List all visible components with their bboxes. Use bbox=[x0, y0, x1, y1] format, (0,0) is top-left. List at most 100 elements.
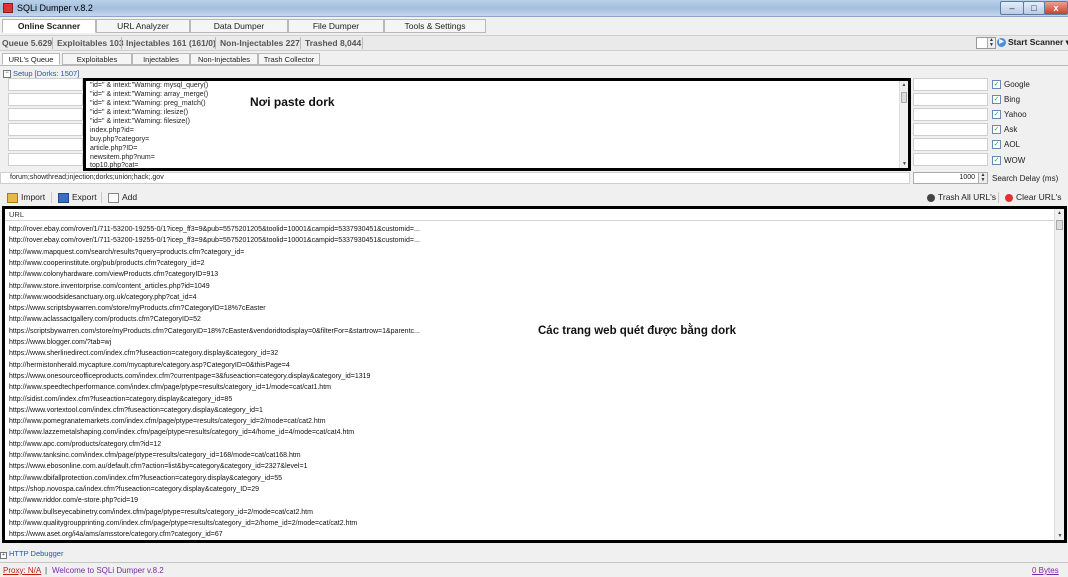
url-row[interactable]: http://sidist.com/index.cfm?fuseaction=c… bbox=[9, 395, 232, 404]
dork-scrollbar[interactable]: ▲ ▼ bbox=[899, 81, 908, 168]
scroll-thumb[interactable] bbox=[1056, 220, 1063, 230]
url-row[interactable]: https://www.vortextool.com/index.cfm?fus… bbox=[9, 406, 263, 415]
url-row[interactable]: https://scriptsbywarren.com/store/myProd… bbox=[9, 327, 420, 336]
url-row[interactable]: http://rover.ebay.com/rover/1/711-53200-… bbox=[9, 236, 420, 245]
add-button[interactable]: Add bbox=[108, 192, 137, 203]
import-label: Import bbox=[21, 192, 46, 202]
url-row[interactable]: http://www.store.inventorprise.com/conte… bbox=[9, 282, 210, 291]
search-delay-input[interactable]: 1000 bbox=[913, 172, 988, 184]
threads-spinner[interactable]: ▲ ▼ bbox=[987, 38, 995, 48]
collapse-icon: − bbox=[3, 70, 11, 79]
search-delay-spinner[interactable]: ▲ ▼ bbox=[978, 173, 987, 183]
url-row[interactable]: http://hermistonherald.mycapture.com/myc… bbox=[9, 361, 290, 370]
url-row[interactable]: http://www.aclassactgallery.com/products… bbox=[9, 315, 201, 324]
url-row[interactable]: https://shop.novospa.ca/index.cfm?fuseac… bbox=[9, 485, 259, 494]
subtab-urls-queue[interactable]: URL's Queue bbox=[2, 53, 60, 65]
url-row[interactable]: https://www.blogger.com/?tab=wj bbox=[9, 338, 111, 347]
maximize-button[interactable]: □ bbox=[1023, 1, 1045, 15]
side-input[interactable] bbox=[913, 78, 988, 91]
import-button[interactable]: Import bbox=[7, 192, 45, 203]
engine-ask[interactable]: ✓ Ask bbox=[992, 125, 1017, 135]
side-input[interactable] bbox=[913, 138, 988, 151]
url-row[interactable]: https://www.scriptsbywarren.com/store/my… bbox=[9, 304, 266, 313]
engine-google[interactable]: ✓ Google bbox=[992, 80, 1030, 90]
url-row[interactable]: http://www.woodsidesanctuary.org.uk/cate… bbox=[9, 293, 197, 302]
scroll-thumb[interactable] bbox=[901, 92, 907, 103]
url-row[interactable]: http://www.dbifallprotection.com/index.c… bbox=[9, 474, 282, 483]
engine-wow[interactable]: ✓ WOW bbox=[992, 156, 1025, 166]
engine-bing[interactable]: ✓ Bing bbox=[992, 95, 1021, 105]
proxy-status[interactable]: Proxy: N/A bbox=[3, 566, 41, 575]
close-button[interactable]: x bbox=[1044, 1, 1068, 15]
url-column-header[interactable]: URL bbox=[5, 209, 1055, 221]
engine-label: Yahoo bbox=[1004, 110, 1027, 119]
side-input[interactable] bbox=[8, 78, 83, 91]
url-row[interactable]: http://www.riddor.com/e-store.php?cid=19 bbox=[9, 496, 138, 505]
engine-aol[interactable]: ✓ AOL bbox=[992, 140, 1020, 150]
tab-data-dumper[interactable]: Data Dumper bbox=[190, 19, 288, 33]
checkbox-checked-icon[interactable]: ✓ bbox=[992, 80, 1001, 90]
url-row[interactable]: http://www.pomegranatemarkets.com/index.… bbox=[9, 417, 326, 426]
url-row[interactable]: http://rover.ebay.com/rover/1/711-53200-… bbox=[9, 225, 420, 234]
url-row[interactable]: http://www.qualitygroupprinting.com/inde… bbox=[9, 519, 357, 528]
tab-url-analyzer[interactable]: URL Analyzer bbox=[96, 19, 190, 33]
url-row[interactable]: https://www.sherlinedirect.com/index.cfm… bbox=[9, 349, 278, 358]
checkbox-checked-icon[interactable]: ✓ bbox=[992, 140, 1001, 150]
url-row[interactable]: http://www.colonyhardware.com/viewProduc… bbox=[9, 270, 218, 279]
setup-panel-toggle[interactable]: − Setup [Dorks: 1507] bbox=[3, 69, 79, 79]
injectables-count: Injectables 161 (161/0) bbox=[126, 38, 216, 48]
subtab-exploitables[interactable]: Exploitables bbox=[62, 53, 132, 65]
minimize-button[interactable]: – bbox=[1000, 1, 1024, 15]
dork-textarea[interactable]: "id=" & intext:"Warning: mysql_query() "… bbox=[83, 78, 911, 171]
dork-line: article.php?ID= bbox=[90, 145, 138, 152]
tab-online-scanner[interactable]: Online Scanner bbox=[2, 19, 96, 33]
url-row[interactable]: https://www.onesourceofficeproducts.com/… bbox=[9, 372, 370, 381]
checkbox-checked-icon[interactable]: ✓ bbox=[992, 95, 1001, 105]
url-row[interactable]: http://www.bullseyecabinetry.com/index.c… bbox=[9, 508, 313, 517]
clear-urls-button[interactable]: Clear URL's bbox=[1005, 192, 1062, 202]
side-input[interactable] bbox=[8, 138, 83, 151]
exploitables-count: Exploitables 103 bbox=[57, 38, 124, 48]
side-input[interactable] bbox=[8, 153, 83, 166]
url-row[interactable]: http://www.apc.com/products/category.cfm… bbox=[9, 440, 161, 449]
scroll-up-icon[interactable]: ▲ bbox=[1055, 209, 1064, 217]
exclude-words-input[interactable]: forum;showthread;injection;dorks;union;h… bbox=[0, 172, 910, 184]
scroll-down-icon[interactable]: ▼ bbox=[900, 160, 908, 168]
http-debugger-toggle[interactable]: + HTTP Debugger bbox=[0, 549, 63, 559]
side-input[interactable] bbox=[913, 93, 988, 106]
dork-line: "id=" & intext:"Warning: filesize() bbox=[90, 118, 190, 125]
url-row[interactable]: https://www.ebosonline.com.au/default.cf… bbox=[9, 462, 307, 471]
url-list-panel[interactable]: URL http://rover.ebay.com/rover/1/711-53… bbox=[2, 206, 1067, 543]
side-input[interactable] bbox=[913, 108, 988, 121]
tab-file-dumper[interactable]: File Dumper bbox=[288, 19, 384, 33]
expand-icon: + bbox=[0, 552, 7, 559]
checkbox-checked-icon[interactable]: ✓ bbox=[992, 156, 1001, 166]
url-row[interactable]: https://www.aset.org/i4a/ams/amsstore/ca… bbox=[9, 530, 223, 539]
side-input[interactable] bbox=[8, 123, 83, 136]
engine-label: Bing bbox=[1004, 95, 1021, 104]
side-input[interactable] bbox=[913, 123, 988, 136]
url-row[interactable]: http://www.cooperinstitute.org/pub/produ… bbox=[9, 259, 205, 268]
checkbox-checked-icon[interactable]: ✓ bbox=[992, 125, 1001, 135]
scroll-down-icon[interactable]: ▼ bbox=[1055, 532, 1064, 540]
engine-yahoo[interactable]: ✓ Yahoo bbox=[992, 110, 1027, 120]
side-input[interactable] bbox=[913, 153, 988, 166]
scroll-up-icon[interactable]: ▲ bbox=[900, 81, 908, 89]
url-row[interactable]: http://www.tanksinc.com/index.cfm/page/p… bbox=[9, 451, 301, 460]
side-input[interactable] bbox=[8, 93, 83, 106]
side-input[interactable] bbox=[8, 108, 83, 121]
url-row[interactable]: http://www.speedtechperformance.com/inde… bbox=[9, 383, 331, 392]
bytes-counter[interactable]: 0 Bytes bbox=[1032, 566, 1059, 575]
export-button[interactable]: Export bbox=[58, 192, 97, 203]
clear-icon bbox=[1005, 193, 1013, 202]
trash-all-button[interactable]: Trash All URL's bbox=[927, 192, 996, 202]
subtab-trash-collector[interactable]: Trash Collector bbox=[258, 53, 320, 65]
url-scrollbar[interactable]: ▲ ▼ bbox=[1054, 209, 1064, 540]
checkbox-checked-icon[interactable]: ✓ bbox=[992, 110, 1001, 120]
subtab-injectables[interactable]: Injectables bbox=[132, 53, 190, 65]
url-row[interactable]: http://www.mapquest.com/search/results?q… bbox=[9, 248, 244, 257]
url-row[interactable]: http://www.lazzemetalshaping.com/index.c… bbox=[9, 428, 354, 437]
subtab-non-injectables[interactable]: Non-Injectables bbox=[190, 53, 258, 65]
tab-tools-settings[interactable]: Tools & Settings bbox=[384, 19, 486, 33]
start-scanner-button[interactable]: ▶ Start Scanner ▾ bbox=[997, 37, 1068, 48]
